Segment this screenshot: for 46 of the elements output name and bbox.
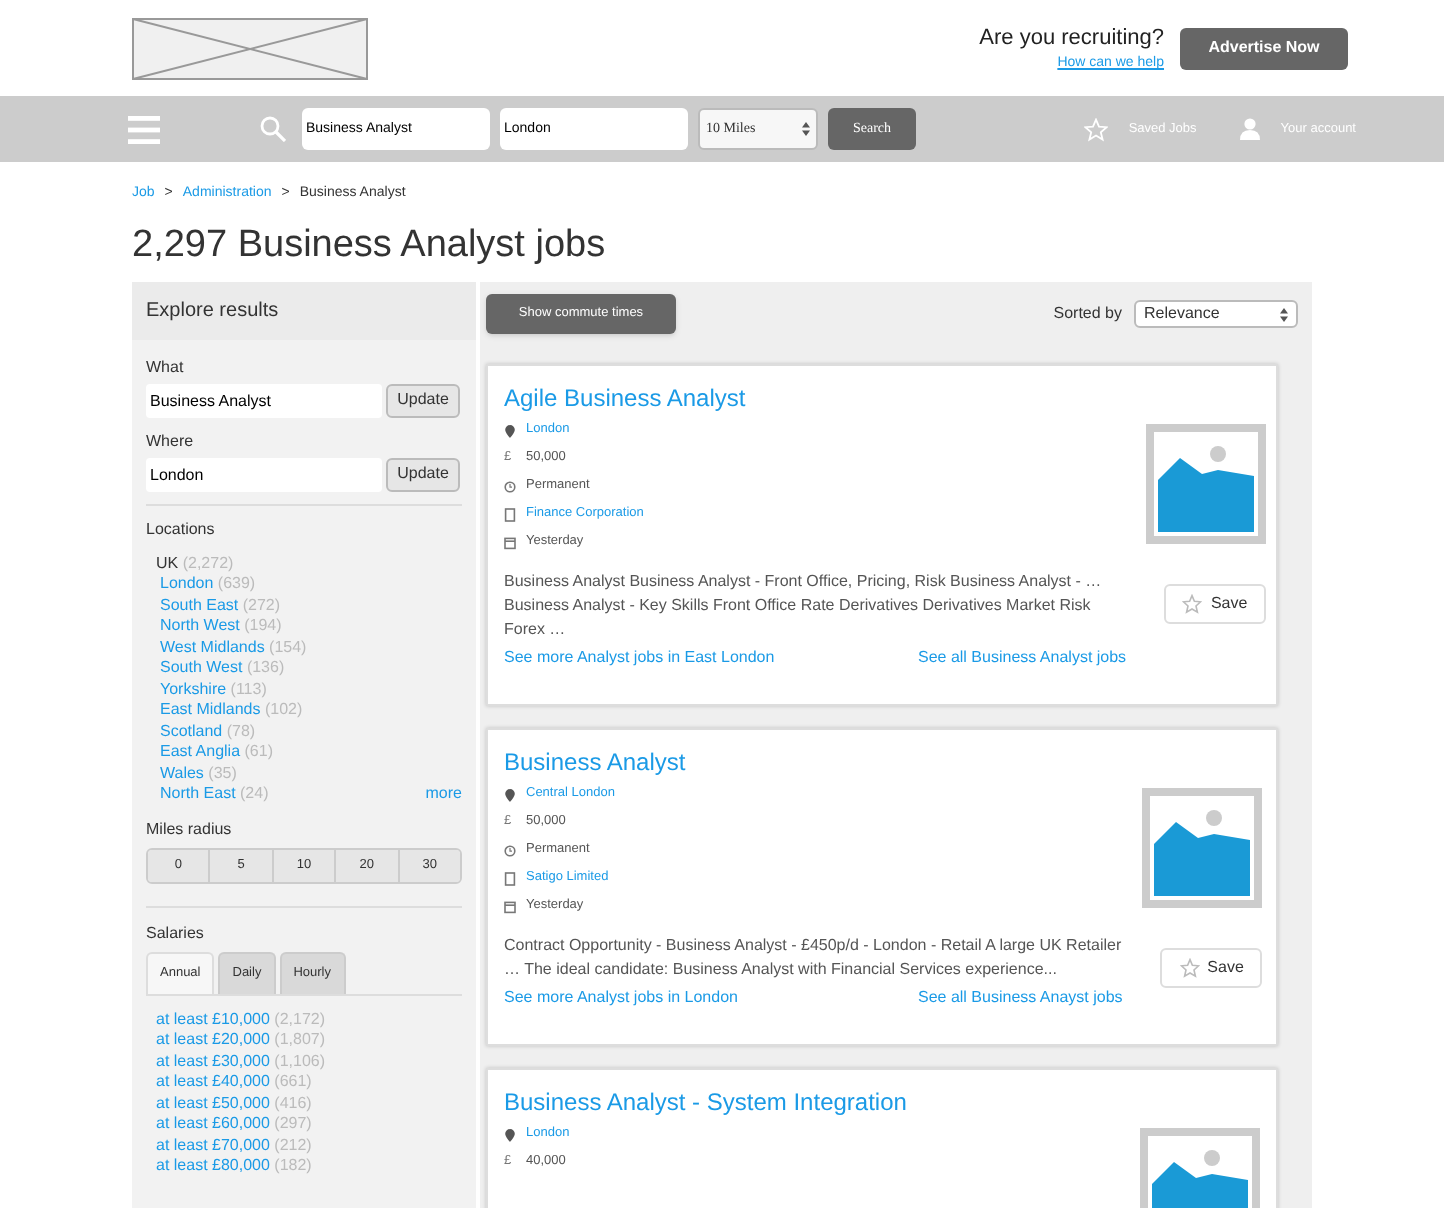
update-button[interactable]: Update — [386, 457, 460, 491]
filter-field[interactable]: London — [146, 457, 382, 491]
pin-icon — [504, 423, 516, 437]
related-jobs-link[interactable]: See more Analyst jobs in East London — [504, 645, 918, 669]
more-link[interactable]: more — [425, 784, 462, 805]
building-icon — [504, 871, 516, 885]
related-jobs-link[interactable]: See all Business Analyst jobs — [918, 645, 1127, 669]
job-title-link[interactable]: Agile Business Analyst — [504, 383, 1127, 413]
page-title: 2,297 Business Analyst jobs — [130, 221, 608, 269]
field-label: What — [146, 355, 186, 379]
star-icon — [1182, 593, 1203, 613]
updown-caret-icon — [1280, 307, 1288, 321]
calendar-icon — [504, 535, 516, 549]
pin-icon — [504, 787, 516, 801]
pin-icon — [504, 1127, 516, 1141]
image-placeholder — [1146, 423, 1267, 543]
sidebar-title: Explore results — [146, 297, 279, 325]
section-label: Miles radius — [146, 817, 234, 841]
building-icon — [504, 507, 516, 521]
related-jobs-link[interactable]: See all Business Anayst jobs — [918, 985, 1123, 1009]
job-description: Contract Opportunity - Business Analyst - £450p/d - London - Retail A large UK Retailer … The ideal candidate: Business Analyst with Financial Services experience... — [504, 933, 1123, 981]
job-description: Business Analyst Business Analyst - Front Office, Pricing, Risk Business Analyst - … Business Analyst - Key Skills Front Office Rate Derivatives Derivatives Market Risk Forex … — [504, 569, 1104, 641]
field-label: Where — [146, 429, 196, 453]
person-icon — [1240, 118, 1261, 140]
star-icon — [1179, 957, 1200, 977]
save-button[interactable]: Save — [1164, 583, 1267, 623]
menu-icon — [128, 115, 160, 143]
sort-dropdown[interactable]: Relevance — [1134, 300, 1298, 328]
image-placeholder — [1142, 787, 1263, 907]
update-button[interactable]: Update — [386, 383, 460, 417]
section-label: Salaries — [146, 921, 206, 945]
clock-icon — [504, 843, 516, 857]
advertise-button[interactable]: Advertise Now — [1180, 27, 1348, 69]
related-jobs-link[interactable]: See more Analyst jobs in London — [504, 985, 918, 1009]
search-icon — [260, 116, 286, 142]
job-title-link[interactable]: Business Analyst — [504, 747, 1123, 777]
job-title-link[interactable]: Business Analyst - System Integration — [504, 1087, 1120, 1117]
section-label: Locations — [146, 517, 217, 541]
updown-caret-icon — [802, 122, 810, 136]
filter-field[interactable]: Business Analyst — [146, 383, 382, 417]
star-icon — [1084, 117, 1109, 141]
sort-label: Sorted by — [1053, 302, 1122, 326]
calendar-icon — [504, 899, 516, 913]
save-button[interactable]: Save — [1160, 947, 1263, 987]
recruit-question: Are you recruiting? — [979, 23, 1164, 53]
clock-icon — [504, 479, 516, 493]
